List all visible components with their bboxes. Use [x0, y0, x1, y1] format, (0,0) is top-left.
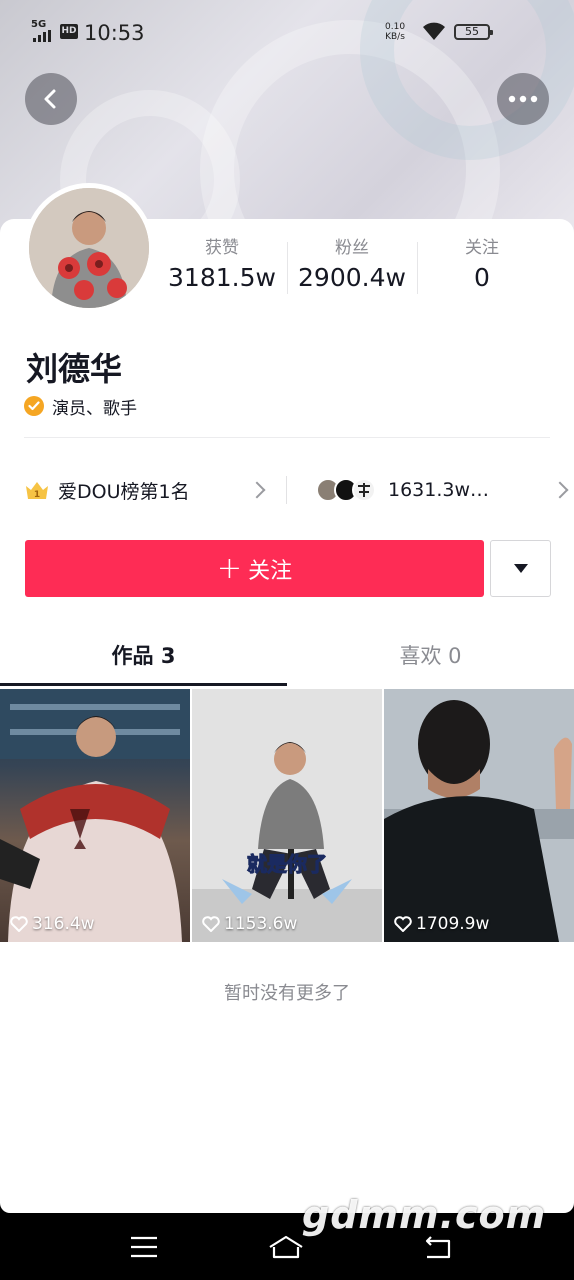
video-thumbnail[interactable]: 316.4w — [0, 689, 190, 942]
network-type: 5G — [31, 19, 47, 30]
like-count-text: 1153.6w — [224, 914, 298, 934]
hd-icon: HD — [60, 24, 78, 39]
chevron-left-icon — [44, 89, 56, 109]
more-options-button[interactable] — [497, 73, 549, 125]
stat-label: 粉丝 — [335, 238, 369, 258]
video-like-count: 1709.9w — [394, 914, 489, 934]
speed-value: 0.10 — [385, 22, 406, 32]
like-count-text: 1709.9w — [416, 914, 490, 934]
crown-icon: 1 — [24, 479, 50, 501]
crown-number: 1 — [34, 490, 40, 500]
dou-rank-entry[interactable]: 1 爱DOU榜第1名 — [24, 470, 270, 510]
video-cover-image — [384, 689, 574, 942]
verified-badge-icon — [24, 396, 44, 416]
tab-works[interactable]: 作品 3 — [0, 630, 287, 686]
back-button[interactable] — [25, 73, 77, 125]
chevron-right-icon — [248, 481, 266, 499]
heart-icon — [10, 916, 28, 932]
content-tabs: 作品 3 喜欢 0 — [0, 630, 574, 688]
stat-likes[interactable]: 获赞 3181.5w — [157, 236, 287, 296]
video-grid: 316.4w 就是你了 1153.6w 1709.9w — [0, 689, 574, 942]
avatar[interactable] — [24, 183, 154, 313]
follow-button[interactable]: + 关注 — [25, 540, 484, 597]
speed-unit: KB/s — [385, 32, 405, 42]
stat-value: 2900.4w — [298, 263, 406, 292]
home-button[interactable] — [266, 1227, 306, 1267]
avatar-photo — [29, 188, 149, 308]
video-caption: 就是你了 — [247, 852, 327, 876]
more-dots-icon — [508, 95, 538, 103]
video-thumbnail[interactable]: 1709.9w — [384, 689, 574, 942]
stat-label: 获赞 — [205, 238, 239, 258]
video-cover-image — [0, 689, 190, 942]
heart-icon — [394, 916, 412, 932]
fan-group-entry[interactable]: 1631.3w… — [316, 470, 569, 510]
heart-icon — [202, 916, 220, 932]
stat-value: 3181.5w — [168, 263, 276, 292]
verification-row: 演员、歌手 — [24, 395, 137, 419]
stat-fans[interactable]: 粉丝 2900.4w — [287, 236, 417, 296]
menu-button[interactable] — [124, 1227, 164, 1267]
video-thumbnail[interactable]: 就是你了 1153.6w — [192, 689, 382, 942]
plus-icon: + — [216, 550, 243, 586]
wifi-icon — [421, 21, 447, 41]
profile-stats: 获赞 3181.5w 粉丝 2900.4w 关注 0 — [157, 236, 572, 296]
battery-icon: 55 — [454, 24, 493, 40]
end-of-list-text: 暂时没有更多了 — [224, 983, 350, 1004]
recommend-dropdown-button[interactable] — [490, 540, 551, 597]
signal-icon — [33, 30, 53, 42]
video-cover-image: 就是你了 — [192, 689, 382, 942]
verification-text: 演员、歌手 — [52, 398, 137, 419]
network-speed: 0.10 KB/s — [385, 22, 405, 42]
status-bar: 5G HD 10:53 0.10 KB/s 55 — [0, 0, 574, 62]
like-count-text: 316.4w — [32, 914, 95, 934]
active-tab-indicator — [0, 683, 287, 686]
follow-label: 关注 — [248, 558, 293, 584]
watermark: gdmm.com — [302, 1193, 547, 1237]
fan-count: 1631.3w… — [388, 479, 490, 501]
return-icon — [425, 1236, 451, 1259]
rank-row: 1 爱DOU榜第1名 1631.3w… — [24, 470, 569, 510]
tab-likes[interactable]: 喜欢 0 — [287, 630, 574, 686]
stat-value: 0 — [474, 263, 490, 292]
stat-label: 关注 — [465, 238, 499, 258]
video-like-count: 1153.6w — [202, 914, 297, 934]
fan-avatar — [352, 478, 376, 502]
divider — [24, 437, 550, 438]
stat-following[interactable]: 关注 0 — [417, 236, 547, 296]
rank-label: 爱DOU榜第1名 — [58, 480, 190, 503]
clock: 10:53 — [84, 21, 145, 45]
home-icon — [269, 1235, 303, 1259]
caret-down-icon — [513, 564, 528, 573]
video-like-count: 316.4w — [10, 914, 95, 934]
profile-name: 刘德华 — [26, 350, 123, 388]
menu-icon — [131, 1236, 157, 1258]
divider — [286, 476, 287, 504]
